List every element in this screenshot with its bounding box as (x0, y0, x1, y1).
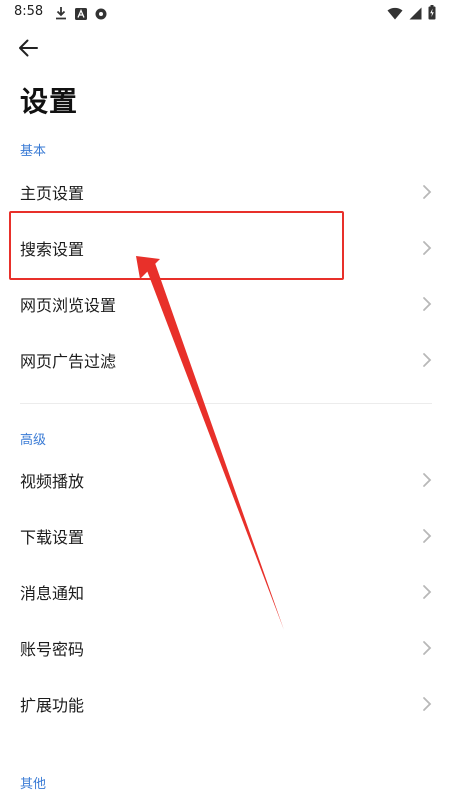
settings-item-label: 主页设置 (20, 184, 85, 203)
battery-charging-icon (428, 5, 436, 24)
settings-item-label: 网页广告过滤 (20, 352, 117, 371)
status-bar: 8:58 (0, 0, 450, 24)
system-icons (387, 5, 436, 24)
settings-item-label: 搜索设置 (20, 240, 85, 259)
wifi-icon (387, 5, 403, 24)
settings-item-ad-filter[interactable]: 网页广告过滤 (0, 332, 450, 388)
section-header-other: 其他 (20, 777, 47, 792)
status-time: 8:58 (14, 4, 44, 19)
section-header-advanced: 高级 (20, 433, 47, 448)
settings-item-video[interactable]: 视频播放 (0, 452, 450, 508)
settings-item-label: 网页浏览设置 (20, 296, 117, 315)
settings-item-extensions[interactable]: 扩展功能 (0, 676, 450, 732)
settings-item-accounts[interactable]: 账号密码 (0, 620, 450, 676)
page-title: 设置 (20, 85, 79, 118)
chevron-right-icon (423, 697, 432, 711)
chevron-right-icon (423, 473, 432, 487)
settings-item-download[interactable]: 下载设置 (0, 508, 450, 564)
download-icon (55, 5, 67, 24)
settings-item-label: 账号密码 (20, 640, 85, 659)
signal-icon (409, 5, 422, 24)
font-icon (75, 5, 87, 24)
settings-item-label: 下载设置 (20, 528, 85, 547)
record-icon (95, 5, 107, 24)
chevron-right-icon (423, 241, 432, 255)
chevron-right-icon (423, 297, 432, 311)
section-header-basic: 基本 (20, 144, 47, 159)
settings-item-notifications[interactable]: 消息通知 (0, 564, 450, 620)
settings-item-search[interactable]: 搜索设置 (0, 220, 450, 276)
settings-item-browsing[interactable]: 网页浏览设置 (0, 276, 450, 332)
settings-item-label: 扩展功能 (20, 696, 85, 715)
chevron-right-icon (423, 641, 432, 655)
notification-icons (55, 5, 107, 24)
settings-item-homepage[interactable]: 主页设置 (0, 164, 450, 220)
section-divider (20, 403, 432, 404)
settings-item-label: 视频播放 (20, 472, 85, 491)
arrow-left-icon (19, 39, 38, 57)
chevron-right-icon (423, 185, 432, 199)
settings-item-label: 消息通知 (20, 584, 85, 603)
back-button[interactable] (12, 32, 44, 64)
chevron-right-icon (423, 353, 432, 367)
chevron-right-icon (423, 529, 432, 543)
chevron-right-icon (423, 585, 432, 599)
